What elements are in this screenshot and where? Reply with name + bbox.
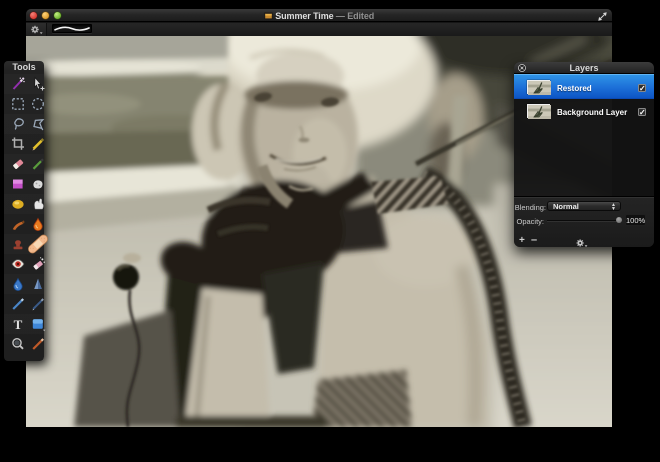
svg-text:T: T [14, 317, 23, 332]
